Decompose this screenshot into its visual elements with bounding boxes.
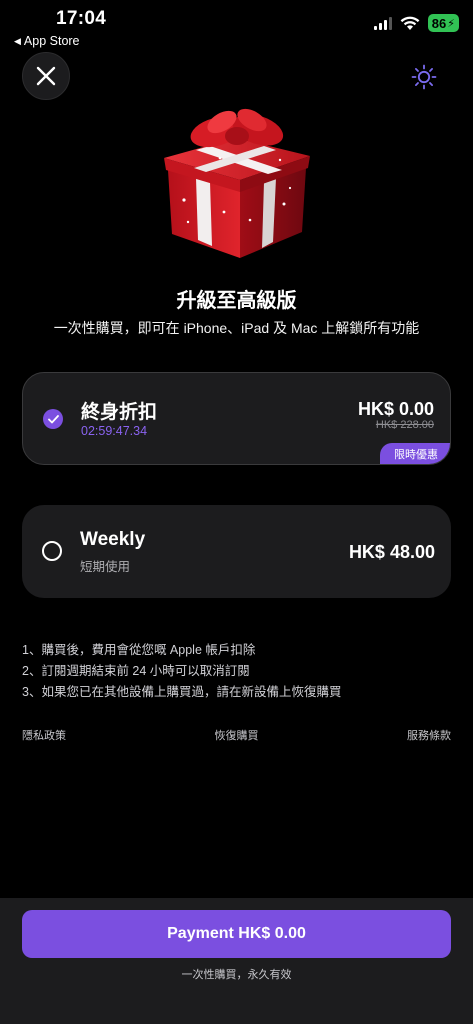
plan-price: HK$ 0.00: [357, 399, 434, 419]
limited-offer-badge: 限時優惠: [380, 443, 450, 464]
plan-description: 短期使用: [80, 560, 131, 574]
plan-name: Weekly: [80, 529, 146, 550]
battery-level: 86: [431, 15, 447, 31]
restore-purchase-link[interactable]: 恢復購買: [215, 727, 259, 743]
plan-name: 終身折扣: [81, 402, 158, 423]
gift-icon: [164, 108, 310, 258]
page-subtitle: 一次性購買，即可在 iPhone、iPad 及 Mac 上解鎖所有功能: [53, 320, 420, 336]
radio-unchecked-icon[interactable]: [42, 541, 62, 561]
legal-links: 隱私政策 恢復購買 服務條款: [22, 727, 451, 743]
note-item: 1、購買後，費用會從您嘅 Apple 帳戶扣除: [22, 643, 256, 657]
note-item: 2、訂閱週期結束前 24 小時可以取消訂閱: [22, 664, 250, 678]
sun-icon[interactable]: [411, 64, 437, 90]
status-time: 17:04: [56, 8, 107, 29]
radio-checked-icon[interactable]: [43, 409, 63, 429]
purchase-notes: 1、購買後，費用會從您嘅 Apple 帳戶扣除 2、訂閱週期結束前 24 小時可…: [22, 640, 341, 703]
page-title: 升級至高級版: [176, 290, 297, 312]
note-item: 3、如果您已在其他設備上購買過，請在新設備上恢復購買: [22, 685, 342, 699]
plan-price: HK$ 48.00: [348, 542, 435, 562]
back-triangle-icon: ◀: [14, 35, 21, 46]
plan-card-lifetime[interactable]: 終身折扣 02:59:47.34 HK$ 0.00 HK$ 228.00 限時優…: [22, 372, 451, 465]
privacy-policy-link[interactable]: 隱私政策: [22, 727, 66, 743]
countdown-timer: 02:59:47.34: [81, 424, 148, 438]
footer-note: 一次性購買，永久有效: [181, 969, 292, 981]
wifi-icon: [400, 16, 420, 30]
back-app-label: App Store: [23, 34, 80, 48]
plan-card-weekly[interactable]: Weekly 短期使用 HK$ 48.00: [22, 505, 451, 598]
cellular-signal-icon: [373, 16, 392, 30]
terms-of-service-link[interactable]: 服務條款: [407, 727, 451, 743]
battery-indicator: 86 ⚡: [427, 14, 459, 32]
back-to-app-link[interactable]: ◀ App Store: [14, 34, 80, 48]
status-indicators: 86 ⚡: [373, 14, 459, 32]
payment-button[interactable]: Payment HK$ 0.00: [22, 910, 451, 958]
original-price: HK$ 228.00: [375, 419, 434, 431]
charging-bolt-icon: ⚡: [447, 17, 455, 30]
close-button[interactable]: [22, 52, 70, 100]
close-icon: [36, 66, 56, 86]
